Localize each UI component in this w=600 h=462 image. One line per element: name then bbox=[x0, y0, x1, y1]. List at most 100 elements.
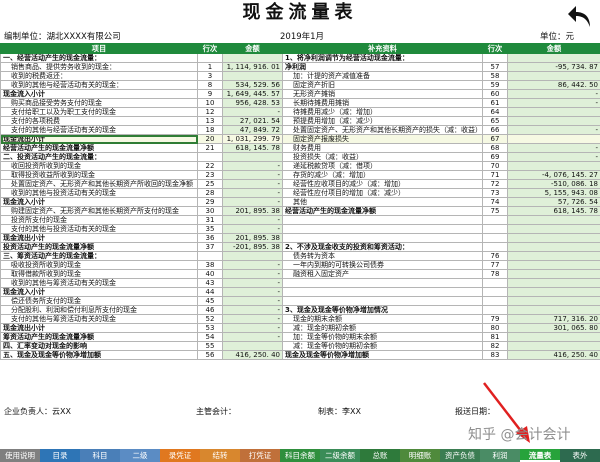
cell-supp-line[interactable]: 69 bbox=[482, 152, 508, 162]
cell-supp-item[interactable]: 加：计提的资产减值准备 bbox=[282, 71, 483, 81]
cell-supp-line[interactable]: 75 bbox=[482, 206, 508, 216]
cell-supp-amount[interactable]: 86, 442. 50 bbox=[507, 80, 600, 90]
cell-supp-line[interactable]: 59 bbox=[482, 80, 508, 90]
cell-supp-amount[interactable]: 301, 065. 80 bbox=[507, 323, 600, 333]
cell-supp-line[interactable]: 76 bbox=[482, 251, 508, 261]
cell-item[interactable]: 现金流出小计 bbox=[0, 134, 198, 144]
cell-supp-item[interactable] bbox=[282, 287, 483, 297]
cell-supp-item[interactable]: 其他 bbox=[282, 197, 483, 207]
cell-supp-amount[interactable] bbox=[507, 251, 600, 261]
cell-supp-item[interactable]: 存货的减少（减：增加） bbox=[282, 170, 483, 180]
cell-amount[interactable]: 201, 895. 38 bbox=[222, 233, 283, 243]
cell-line[interactable] bbox=[197, 152, 223, 162]
cell-amount[interactable]: 534, 529. 56 bbox=[222, 80, 283, 90]
cell-supp-item[interactable] bbox=[282, 278, 483, 288]
cell-item[interactable]: 收到的其他与筹资活动有关的现金 bbox=[0, 278, 198, 288]
column-header[interactable]: 项目 bbox=[0, 43, 198, 54]
cell-supp-item[interactable] bbox=[282, 233, 483, 243]
cell-amount[interactable]: - bbox=[222, 323, 283, 333]
cell-item[interactable]: 取得借款所收到的现金 bbox=[0, 269, 198, 279]
cell-supp-amount[interactable] bbox=[507, 278, 600, 288]
cell-item[interactable]: 四、汇率变动对现金的影响 bbox=[0, 341, 198, 351]
cell-item[interactable]: 收回投资所收到的现金 bbox=[0, 161, 198, 171]
cell-item[interactable]: 现金流入小计 bbox=[0, 197, 198, 207]
cell-line[interactable] bbox=[197, 251, 223, 261]
cell-supp-item[interactable]: 2、不涉及现金收支的投资和筹资活动： bbox=[282, 242, 483, 252]
cell-supp-item[interactable]: 现金及现金等价物净增加额 bbox=[282, 350, 483, 360]
cell-line[interactable]: 29 bbox=[197, 197, 223, 207]
cell-supp-item[interactable]: 减：现金的期初余额 bbox=[282, 323, 483, 333]
cell-amount[interactable]: - bbox=[222, 179, 283, 189]
cell-amount[interactable]: - bbox=[222, 161, 283, 171]
sheet-tab[interactable]: 流量表 bbox=[520, 449, 560, 462]
cell-item[interactable]: 现金流入小计 bbox=[0, 89, 198, 99]
cell-supp-item[interactable]: 经营性应收项目的减少（减：增加） bbox=[282, 179, 483, 189]
cell-supp-item[interactable]: 固定资产折旧 bbox=[282, 80, 483, 90]
cell-item[interactable]: 取得投资收益所收到的现金 bbox=[0, 170, 198, 180]
back-arrow-icon[interactable] bbox=[566, 3, 596, 29]
cell-supp-item[interactable]: 现金的期末余额 bbox=[282, 314, 483, 324]
cell-supp-amount[interactable]: -4, 076, 145. 27 bbox=[507, 170, 600, 180]
column-header[interactable]: 行次 bbox=[482, 43, 508, 54]
cell-item[interactable]: 偿还债务所支付的现金 bbox=[0, 296, 198, 306]
cell-supp-amount[interactable]: 618, 145. 78 bbox=[507, 206, 600, 216]
cell-item[interactable]: 收到的其他与投资活动有关的现金 bbox=[0, 188, 198, 198]
cell-supp-item[interactable]: 加：现金等价物的期末余额 bbox=[282, 332, 483, 342]
cell-supp-item[interactable]: 长期待摊费用摊销 bbox=[282, 98, 483, 108]
cell-line[interactable]: 46 bbox=[197, 305, 223, 315]
cell-supp-line[interactable]: 67 bbox=[482, 134, 508, 144]
cell-supp-line[interactable]: 71 bbox=[482, 170, 508, 180]
cell-supp-item[interactable]: 一年内到期的可转换公司债券 bbox=[282, 260, 483, 270]
cell-amount[interactable]: 47, 849. 72 bbox=[222, 125, 283, 135]
cell-amount[interactable]: - bbox=[222, 188, 283, 198]
cell-line[interactable]: 45 bbox=[197, 296, 223, 306]
cell-supp-line[interactable]: 60 bbox=[482, 89, 508, 99]
cell-supp-line[interactable]: 79 bbox=[482, 314, 508, 324]
cell-supp-item[interactable] bbox=[282, 296, 483, 306]
cell-amount[interactable] bbox=[222, 152, 283, 162]
cell-supp-line[interactable]: 57 bbox=[482, 62, 508, 72]
cell-item[interactable]: 收到的其他与经营活动有关的现金： bbox=[0, 80, 198, 90]
cell-item[interactable]: 处置固定资产、无形资产和其他长期资产所收回的现金净额 bbox=[0, 179, 198, 189]
cell-item[interactable]: 现金流入小计 bbox=[0, 287, 198, 297]
cell-supp-item[interactable]: 投资损失（减：收益） bbox=[282, 152, 483, 162]
cell-supp-item[interactable]: 减：现金等价物的期初余额 bbox=[282, 341, 483, 351]
sheet-tab[interactable]: 资产负债 bbox=[440, 449, 480, 462]
cell-line[interactable]: 35 bbox=[197, 224, 223, 234]
cell-amount[interactable]: 1, 114, 916. 01 bbox=[222, 62, 283, 72]
cell-amount[interactable] bbox=[222, 53, 283, 63]
cell-line[interactable]: 38 bbox=[197, 260, 223, 270]
cell-amount[interactable]: 618, 145. 78 bbox=[222, 143, 283, 153]
cell-supp-amount[interactable] bbox=[507, 341, 600, 351]
cell-item[interactable]: 三、筹资活动产生的现金流量： bbox=[0, 251, 198, 261]
cell-supp-amount[interactable]: - bbox=[507, 143, 600, 153]
cell-supp-line[interactable]: 58 bbox=[482, 71, 508, 81]
cell-supp-amount[interactable] bbox=[507, 260, 600, 270]
cell-supp-item[interactable]: 递延税款贷项（减：借项） bbox=[282, 161, 483, 171]
cell-amount[interactable]: - bbox=[222, 314, 283, 324]
cell-item[interactable]: 支付的各项税费 bbox=[0, 116, 198, 126]
cell-supp-amount[interactable] bbox=[507, 71, 600, 81]
cell-line[interactable]: 44 bbox=[197, 287, 223, 297]
cell-line[interactable]: 13 bbox=[197, 116, 223, 126]
cell-line[interactable]: 10 bbox=[197, 98, 223, 108]
cell-supp-amount[interactable]: 57, 726. 54 bbox=[507, 197, 600, 207]
cell-supp-amount[interactable]: - bbox=[507, 125, 600, 135]
cell-supp-line[interactable] bbox=[482, 224, 508, 234]
cell-supp-line[interactable]: 82 bbox=[482, 341, 508, 351]
sheet-tab[interactable]: 二级余额 bbox=[320, 449, 360, 462]
cell-amount[interactable] bbox=[222, 71, 283, 81]
cell-supp-amount[interactable]: -95, 734. 87 bbox=[507, 62, 600, 72]
cell-item[interactable]: 购建固定资产、无形资产和其他长期资产所支付的现金 bbox=[0, 206, 198, 216]
cell-supp-amount[interactable] bbox=[507, 269, 600, 279]
cell-amount[interactable]: 27, 021. 54 bbox=[222, 116, 283, 126]
cell-supp-line[interactable] bbox=[482, 242, 508, 252]
cell-supp-line[interactable]: 74 bbox=[482, 197, 508, 207]
cell-supp-line[interactable] bbox=[482, 53, 508, 63]
cell-supp-item[interactable]: 预提费用增加（减：减少） bbox=[282, 116, 483, 126]
cell-amount[interactable]: - bbox=[222, 107, 283, 117]
cell-item[interactable]: 收到的税费返还： bbox=[0, 71, 198, 81]
cell-supp-line[interactable]: 73 bbox=[482, 188, 508, 198]
cell-amount[interactable]: 956, 428. 53 bbox=[222, 98, 283, 108]
cell-supp-line[interactable]: 81 bbox=[482, 332, 508, 342]
